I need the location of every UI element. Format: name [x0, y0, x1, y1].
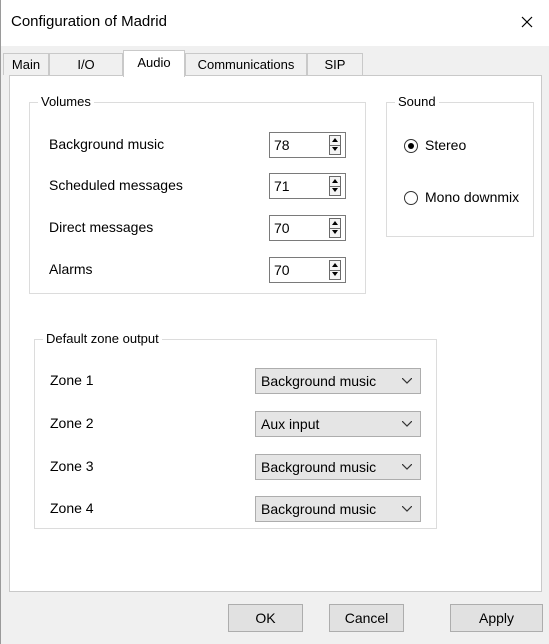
- radio-button: [404, 191, 418, 205]
- chevron-down-icon: [402, 506, 412, 512]
- direct-messages-label: Direct messages: [49, 219, 154, 235]
- ok-button[interactable]: OK: [228, 604, 303, 632]
- close-button[interactable]: [514, 9, 540, 35]
- configuration-dialog: Configuration of Madrid Main I/O Audio C…: [0, 0, 549, 644]
- spin-down-button[interactable]: [330, 145, 340, 154]
- arrow-down-icon: [332, 230, 338, 234]
- spin-buttons: [329, 218, 341, 238]
- tab-io[interactable]: I/O: [49, 53, 123, 75]
- zone-1-label: Zone 1: [50, 372, 94, 388]
- mono-downmix-label: Mono downmix: [425, 189, 520, 205]
- arrow-up-icon: [332, 263, 338, 267]
- tab-communications[interactable]: Communications: [185, 53, 307, 75]
- cancel-button[interactable]: Cancel: [329, 604, 404, 632]
- spin-down-button[interactable]: [330, 186, 340, 195]
- audio-tab-panel: Volumes Background music Scheduled messa…: [9, 75, 542, 592]
- chevron-down-icon: [402, 378, 412, 384]
- scheduled-messages-volume-stepper[interactable]: [269, 173, 346, 199]
- spin-buttons: [329, 176, 341, 196]
- chevron-down-icon: [402, 421, 412, 427]
- volumes-legend: Volumes: [38, 94, 94, 109]
- background-music-volume-stepper[interactable]: [269, 132, 346, 158]
- tab-strip: Main I/O Audio Communications SIP: [1, 50, 549, 77]
- sound-group: Sound Stereo Mono downmix: [386, 94, 534, 237]
- spin-down-button[interactable]: [330, 228, 340, 237]
- background-music-label: Background music: [49, 136, 165, 152]
- stereo-label: Stereo: [425, 137, 467, 153]
- tab-sip[interactable]: SIP: [307, 53, 363, 75]
- volumes-group: Volumes Background music Scheduled messa…: [29, 94, 366, 294]
- zone-2-output-select[interactable]: Aux input: [255, 411, 421, 437]
- zone-3-output-value: Background music: [261, 459, 377, 475]
- zone-4-label: Zone 4: [50, 500, 94, 516]
- radio-dot: [408, 143, 414, 149]
- sound-legend: Sound: [395, 94, 439, 109]
- zone-1-output-select[interactable]: Background music: [255, 368, 421, 394]
- title-bar: Configuration of Madrid: [1, 0, 549, 46]
- radio-button-selected: [404, 139, 418, 153]
- zone-4-output-select[interactable]: Background music: [255, 496, 421, 522]
- arrow-up-icon: [332, 138, 338, 142]
- background-music-volume-input[interactable]: [270, 133, 322, 157]
- zone-1-output-value: Background music: [261, 373, 377, 389]
- direct-messages-volume-stepper[interactable]: [269, 215, 346, 241]
- zone-2-label: Zone 2: [50, 415, 94, 431]
- arrow-down-icon: [332, 147, 338, 151]
- scheduled-messages-volume-input[interactable]: [270, 174, 322, 198]
- spin-buttons: [329, 135, 341, 155]
- tab-main[interactable]: Main: [3, 53, 49, 75]
- arrow-down-icon: [332, 272, 338, 276]
- close-icon: [521, 16, 533, 28]
- chevron-down-icon: [402, 464, 412, 470]
- alarms-label: Alarms: [49, 261, 93, 277]
- spin-buttons: [329, 260, 341, 280]
- apply-button[interactable]: Apply: [450, 604, 543, 632]
- window-title: Configuration of Madrid: [11, 13, 167, 30]
- arrow-up-icon: [332, 179, 338, 183]
- scheduled-messages-label: Scheduled messages: [49, 177, 183, 193]
- arrow-down-icon: [332, 188, 338, 192]
- tab-audio[interactable]: Audio: [123, 50, 185, 77]
- default-zone-output-legend: Default zone output: [43, 331, 162, 346]
- zone-4-output-value: Background music: [261, 501, 377, 517]
- arrow-up-icon: [332, 221, 338, 225]
- zone-3-output-select[interactable]: Background music: [255, 454, 421, 480]
- default-zone-output-group: Default zone output Zone 1 Background mu…: [34, 331, 437, 529]
- alarms-volume-stepper[interactable]: [269, 257, 346, 283]
- zone-3-label: Zone 3: [50, 458, 94, 474]
- zone-2-output-value: Aux input: [261, 416, 320, 432]
- spin-down-button[interactable]: [330, 270, 340, 279]
- direct-messages-volume-input[interactable]: [270, 216, 322, 240]
- alarms-volume-input[interactable]: [270, 258, 322, 282]
